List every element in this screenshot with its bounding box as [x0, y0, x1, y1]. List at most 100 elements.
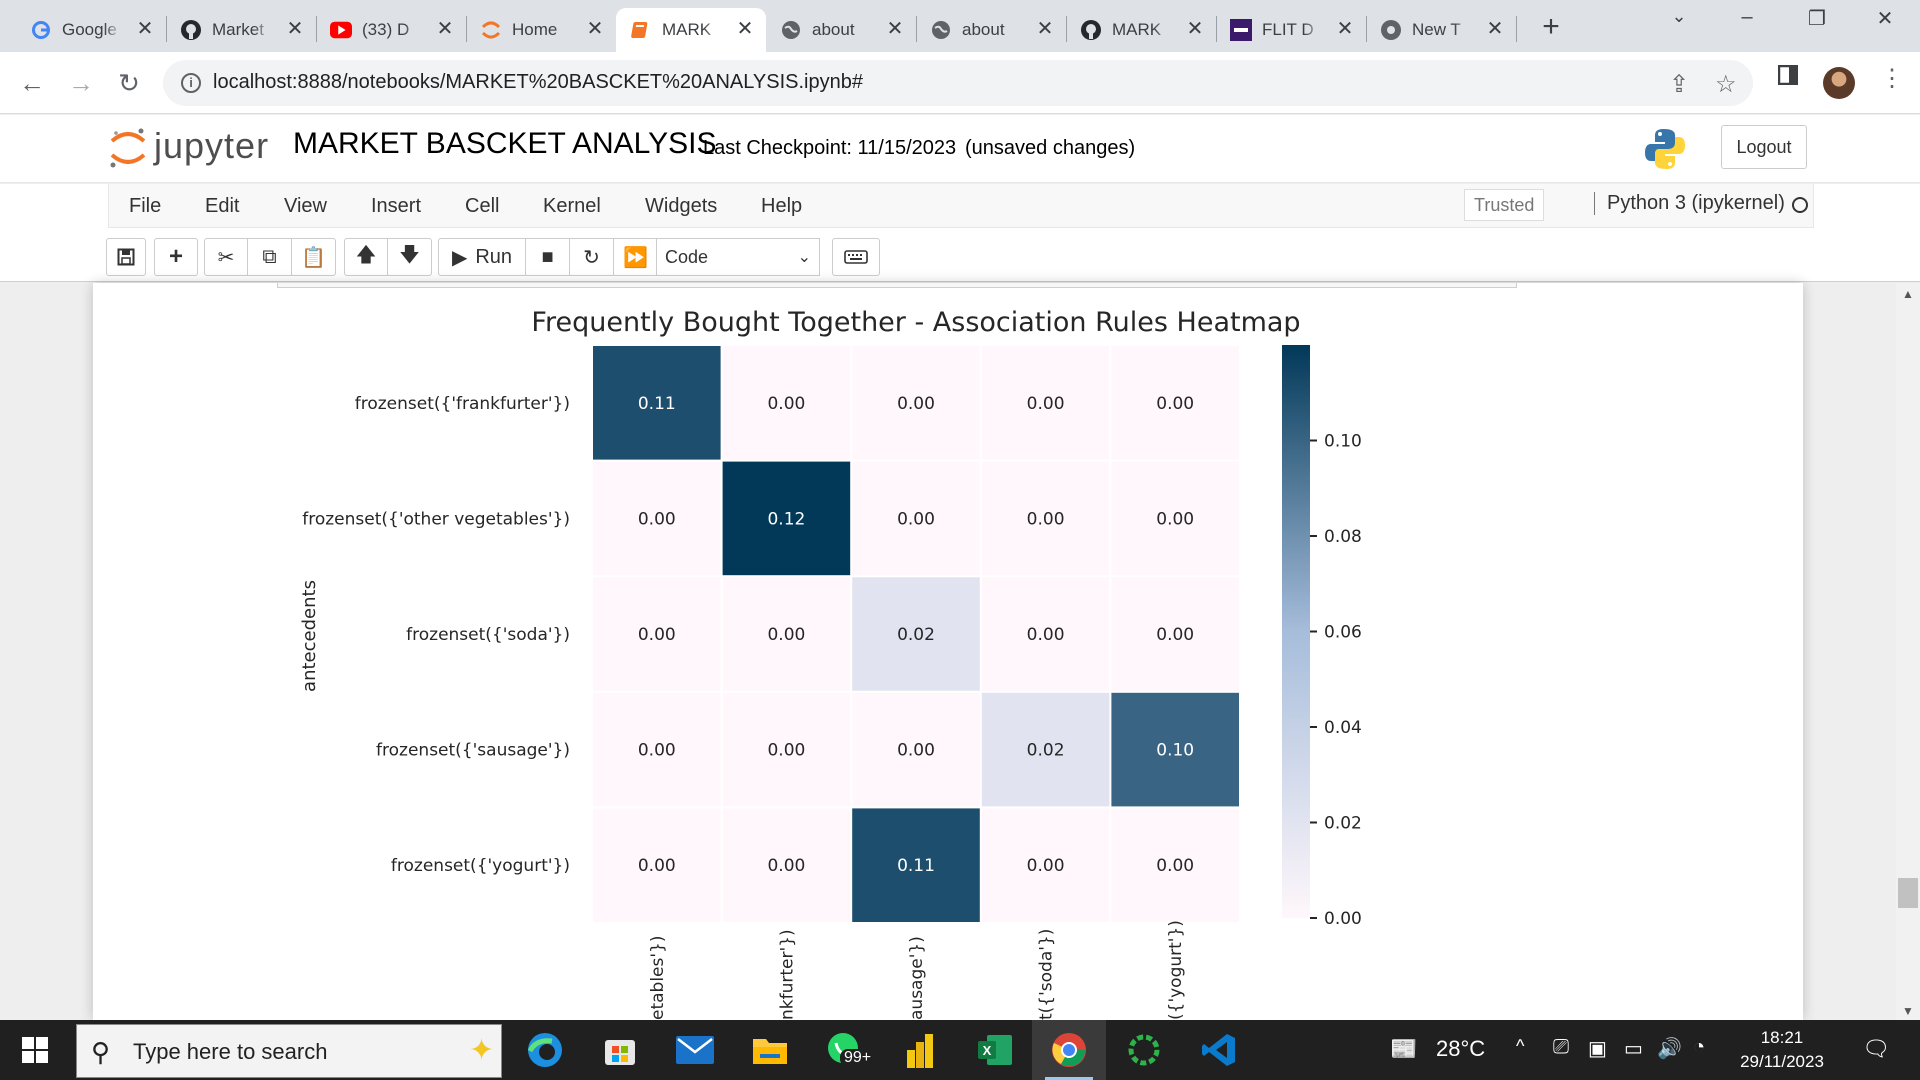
tab-search-icon[interactable]: ⌄ [1659, 6, 1699, 27]
minimize-icon[interactable]: – [1727, 6, 1767, 29]
tab-flit[interactable]: FLIT D ✕ [1216, 8, 1366, 52]
close-icon[interactable]: ✕ [284, 18, 306, 40]
checkpoint-status: Last Checkpoint: 11/15/2023 [703, 137, 957, 159]
reload-icon[interactable]: ↻ [112, 66, 146, 100]
profile-avatar[interactable] [1823, 67, 1855, 99]
excel-icon[interactable]: X [971, 1028, 1019, 1072]
bookmark-star-icon[interactable]: ☆ [1715, 70, 1737, 99]
share-icon[interactable]: ⇪ [1669, 70, 1689, 99]
copy-button[interactable]: ⧉ [248, 238, 292, 276]
menu-file[interactable]: File [129, 195, 161, 218]
scroll-thumb[interactable] [1898, 878, 1918, 908]
scroll-up-icon[interactable]: ▲ [1896, 287, 1920, 301]
vscode-icon[interactable] [1195, 1028, 1243, 1072]
start-button[interactable] [0, 1020, 70, 1080]
tab-new[interactable]: New T ✕ [1366, 8, 1516, 52]
interrupt-button[interactable]: ■ [526, 238, 570, 276]
save-button[interactable] [106, 238, 146, 276]
tab-about-1[interactable]: about ✕ [766, 8, 916, 52]
new-tab-button[interactable]: + [1536, 10, 1566, 44]
trusted-badge[interactable]: Trusted [1464, 189, 1545, 221]
volume-icon[interactable]: 🔊 [1657, 1036, 1682, 1061]
menu-help[interactable]: Help [761, 195, 802, 218]
app-loading-icon[interactable] [1120, 1028, 1168, 1072]
restart-run-all-button[interactable]: ⏩ [614, 238, 658, 276]
tab-github-market[interactable]: Market ✕ [166, 8, 316, 52]
close-icon[interactable]: ✕ [1334, 18, 1356, 40]
run-button[interactable]: ▶ Run [438, 238, 526, 276]
move-down-button[interactable]: 🡇 [388, 238, 432, 276]
insert-cell-button[interactable]: + [154, 238, 198, 276]
chrome-icon[interactable] [1045, 1028, 1093, 1072]
restore-icon[interactable]: ❐ [1797, 6, 1837, 31]
tab-google[interactable]: Google ✕ [16, 8, 166, 52]
site-info-icon[interactable]: i [181, 73, 201, 93]
display-icon[interactable]: ▣ [1588, 1036, 1607, 1061]
tab-notebook-active[interactable]: MARK ✕ [616, 8, 766, 52]
meet-now-icon[interactable]: ⎚ [1553, 1036, 1569, 1059]
menu-insert[interactable]: Insert [371, 195, 421, 218]
edge-icon[interactable] [521, 1028, 569, 1072]
news-widget-icon[interactable]: 📰 [1390, 1036, 1417, 1062]
notebook-title[interactable]: MARKET BASCKET ANALYSIS [293, 127, 717, 161]
kernel-name[interactable]: Python 3 (ipykernel) [1594, 192, 1785, 215]
keyboard-icon [844, 250, 868, 264]
cell-value-label: 0.10 [1156, 741, 1194, 761]
taskbar-search[interactable]: ⚲ Type here to search ✦ [76, 1024, 502, 1078]
tab-title: MARK [1112, 20, 1162, 39]
close-icon[interactable]: ✕ [134, 18, 156, 40]
restart-button[interactable]: ↻ [570, 238, 614, 276]
close-window-icon[interactable]: ✕ [1865, 6, 1905, 31]
menu-edit[interactable]: Edit [205, 195, 239, 218]
cell-value-label: 0.00 [1156, 509, 1194, 529]
page-scrollbar[interactable]: ▲ ▼ [1896, 283, 1920, 1020]
tab-github-mark[interactable]: MARK ✕ [1066, 8, 1216, 52]
back-icon[interactable]: ← [15, 66, 49, 100]
side-panel-icon[interactable] [1777, 64, 1799, 92]
wifi-icon[interactable]: ◔ [1693, 1036, 1705, 1059]
paste-button[interactable]: 📋 [292, 238, 336, 276]
battery-icon[interactable]: ▭ [1624, 1036, 1643, 1061]
forward-icon[interactable]: → [64, 66, 98, 100]
close-icon[interactable]: ✕ [1484, 18, 1506, 40]
menu-view[interactable]: View [284, 195, 327, 218]
heatmap-cells: 0.11 0.00 0.00 0.00 0.00 0.00 0.12 0.00 0.00 0.00… [593, 346, 1239, 922]
address-bar[interactable]: i localhost:8888/notebooks/MARKET%20BASC… [163, 60, 1753, 106]
menu-kebab-icon[interactable]: ⋮ [1880, 64, 1904, 93]
tab-about-2[interactable]: about ✕ [916, 8, 1066, 52]
command-palette-button[interactable] [832, 238, 880, 276]
url-text[interactable]: localhost:8888/notebooks/MARKET%20BASCKE… [213, 71, 863, 94]
jupyter-logo-icon[interactable] [108, 125, 148, 171]
mail-icon[interactable] [671, 1028, 719, 1072]
cell-value-label: 0.11 [638, 394, 676, 414]
menu-kernel[interactable]: Kernel [543, 195, 601, 218]
cell-type-select[interactable]: Code ⌄ [656, 238, 820, 276]
colorbar-tick-label: 0.02 [1324, 814, 1362, 834]
colorbar-ticks: 0.00 0.02 0.04 0.06 0.08 0.10 [1310, 432, 1362, 929]
close-icon[interactable]: ✕ [434, 18, 456, 40]
move-up-button[interactable]: 🡅 [344, 238, 388, 276]
weather-text[interactable]: 28°C [1436, 1036, 1485, 1062]
cut-button[interactable]: ✂ [204, 238, 248, 276]
close-icon[interactable]: ✕ [584, 18, 606, 40]
whatsapp-badge: 99+ [840, 1049, 876, 1067]
tab-jupyter-home[interactable]: Home ✕ [466, 8, 616, 52]
scroll-down-icon[interactable]: ▼ [1896, 1004, 1920, 1018]
tray-overflow-icon[interactable]: ^ [1516, 1036, 1524, 1057]
close-icon[interactable]: ✕ [1184, 18, 1206, 40]
store-icon[interactable] [596, 1028, 644, 1072]
close-icon[interactable]: ✕ [1034, 18, 1056, 40]
close-icon[interactable]: ✕ [734, 18, 756, 40]
power-bi-icon[interactable] [896, 1028, 944, 1072]
row-label: frozenset({'other vegetables'}) [302, 509, 570, 529]
logout-button[interactable]: Logout [1721, 125, 1807, 169]
taskbar-clock[interactable]: 18:21 29/11/2023 [1722, 1026, 1842, 1074]
tab-youtube[interactable]: (33) D ✕ [316, 8, 466, 52]
notification-icon[interactable]: 🗨 [1862, 1036, 1890, 1062]
menu-widgets[interactable]: Widgets [645, 195, 717, 218]
file-explorer-icon[interactable] [746, 1028, 794, 1072]
row-label: frozenset({'sausage'}) [376, 741, 570, 761]
menu-cell[interactable]: Cell [465, 195, 499, 218]
jupyter-brand[interactable]: jupyter [154, 125, 269, 167]
close-icon[interactable]: ✕ [884, 18, 906, 40]
